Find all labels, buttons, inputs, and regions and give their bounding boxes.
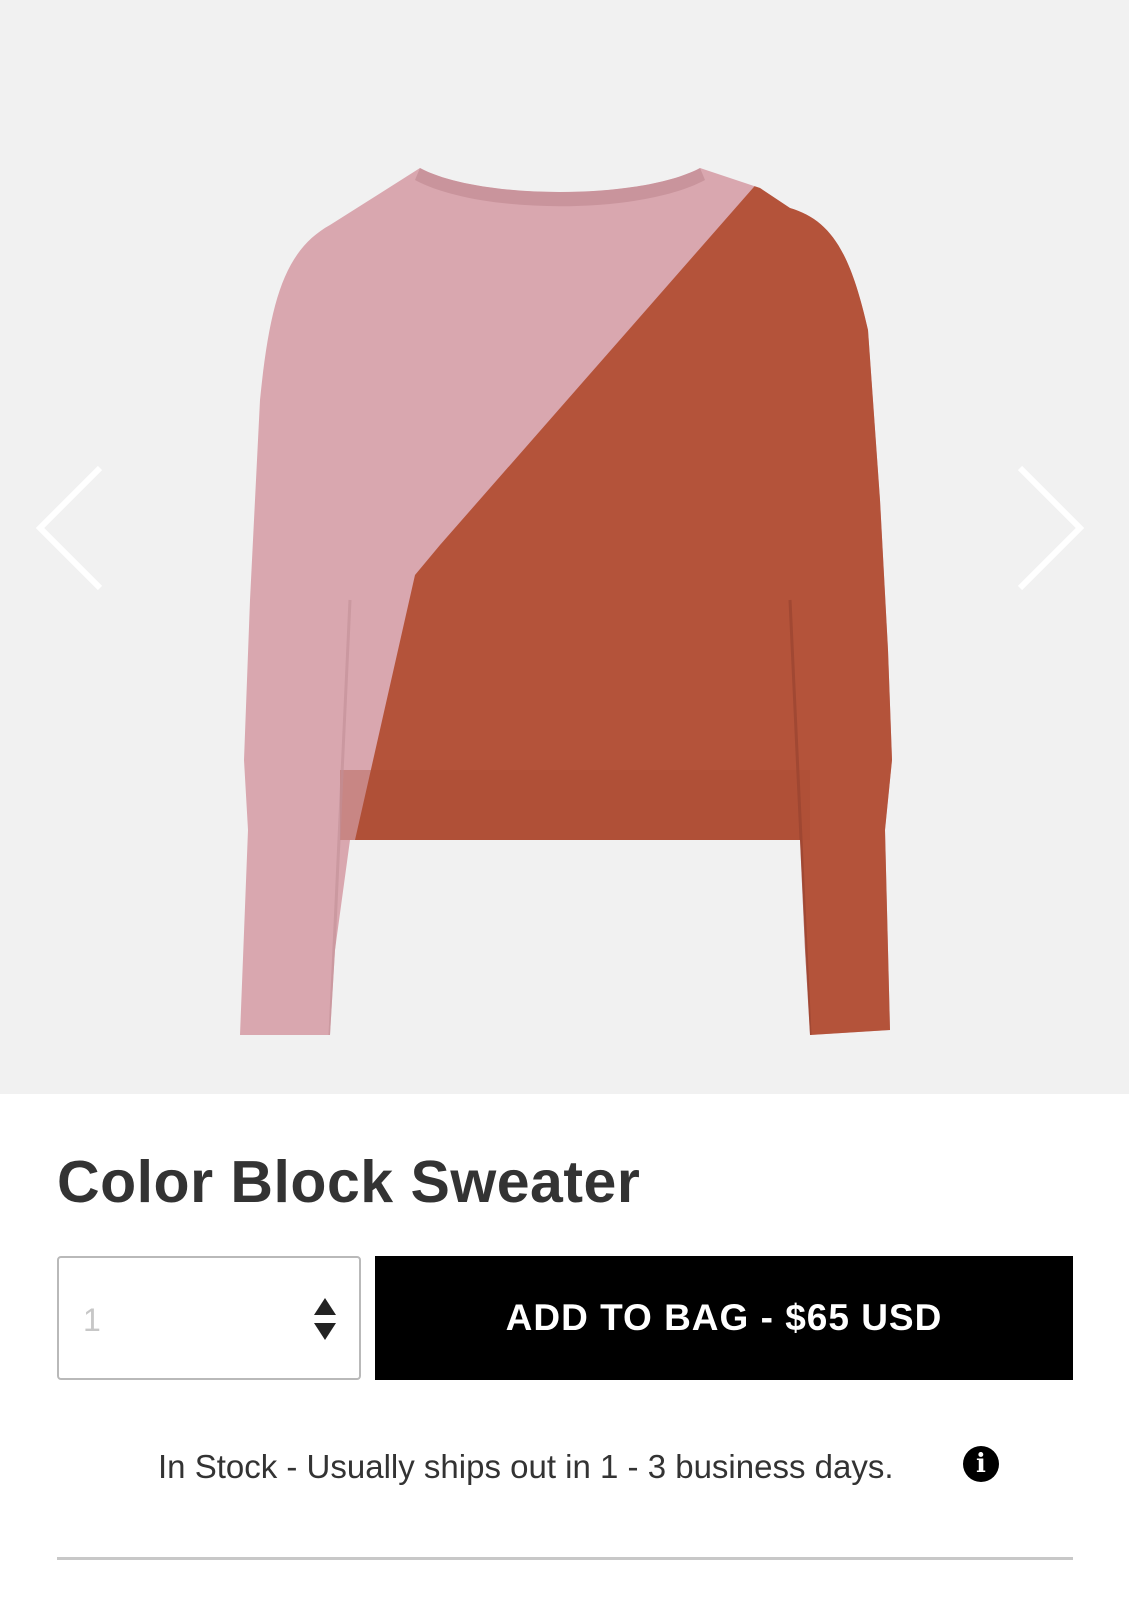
up-down-arrows-icon[interactable] xyxy=(312,1296,338,1342)
quantity-stepper[interactable] xyxy=(57,1256,361,1380)
product-image-gallery xyxy=(0,0,1129,1094)
previous-image-button[interactable] xyxy=(30,458,110,598)
quantity-input[interactable] xyxy=(81,1294,285,1346)
stock-status: In Stock - Usually ships out in 1 - 3 bu… xyxy=(158,1448,894,1485)
divider xyxy=(57,1557,1073,1560)
chevron-right-icon xyxy=(1017,465,1085,591)
next-image-button[interactable] xyxy=(1010,458,1090,598)
product-image xyxy=(240,168,892,1035)
info-icon[interactable]: i xyxy=(963,1446,999,1482)
product-title: Color Block Sweater xyxy=(57,1149,641,1215)
chevron-left-icon xyxy=(35,465,103,591)
add-to-bag-button[interactable]: ADD TO BAG - $65 USD xyxy=(375,1256,1073,1380)
